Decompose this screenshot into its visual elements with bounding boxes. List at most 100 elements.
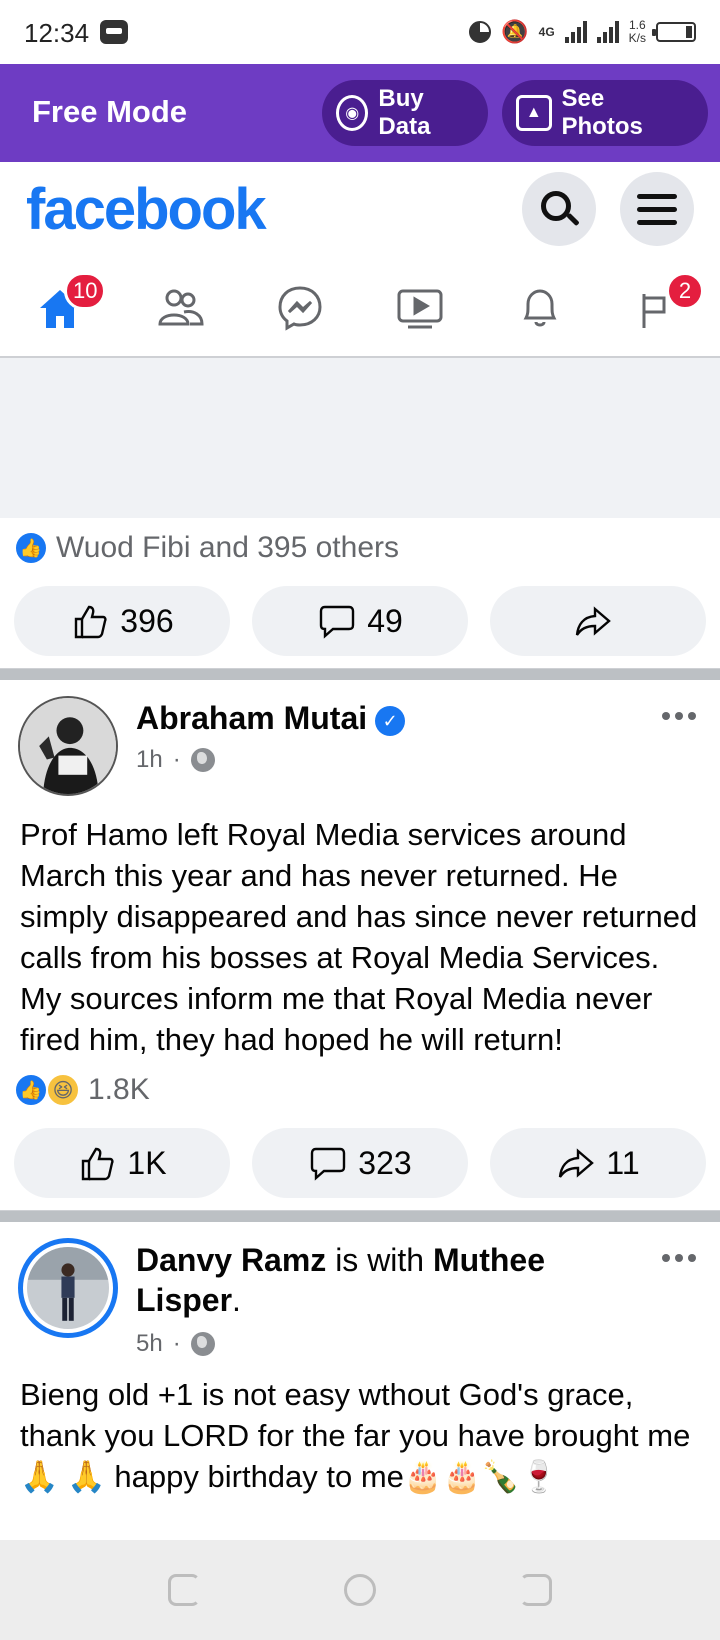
comment-button[interactable]: 49 (252, 586, 468, 656)
reaction-summary[interactable]: 👍 Wuod Fibi and 395 others (14, 526, 706, 570)
recent-apps-icon[interactable] (168, 1574, 200, 1606)
mute-icon: 🔕 (501, 19, 529, 44)
meta-dot: · (172, 746, 181, 773)
public-globe-icon (190, 1332, 215, 1356)
nav-tabs: 10 2 (0, 260, 720, 358)
status-time: 12:34 (24, 18, 90, 48)
share-icon (559, 1148, 595, 1178)
data-saver-icon (469, 21, 492, 43)
post-header: Danvy Ramz is with Muthee Lisper. 5h · (0, 1222, 720, 1370)
post-time[interactable]: 5h (136, 1330, 163, 1358)
see-photos-button[interactable]: ▲ See Photos (502, 80, 708, 146)
post-header: Abraham Mutai ✓ 1h · (0, 680, 720, 810)
meta-dot: · (172, 1330, 181, 1357)
buy-data-label: Buy Data (378, 85, 431, 140)
post-text[interactable]: Prof Hamo left Royal Media services arou… (0, 810, 720, 1060)
more-options-button[interactable] (662, 1254, 696, 1262)
post-meta: 1h · (136, 746, 215, 774)
post-author[interactable]: Abraham Mutai ✓ (136, 698, 406, 738)
post-abraham-mutai: Abraham Mutai ✓ 1h · Prof Hamo left Royal… (0, 680, 720, 1210)
post-time[interactable]: 1h (136, 746, 163, 774)
like-button[interactable]: 1K (14, 1128, 230, 1198)
news-feed[interactable]: 👍 Wuod Fibi and 395 others 396 49 Abraha… (0, 358, 720, 1540)
thumbs-up-icon (82, 1147, 115, 1181)
network-speed: 1.6 K/s (629, 19, 646, 45)
more-options-button[interactable] (662, 712, 696, 720)
free-mode-title: Free Mode (32, 94, 188, 129)
photo-icon: ▲ (516, 95, 552, 131)
share-button[interactable] (490, 586, 706, 656)
battery-icon (652, 22, 696, 42)
post-footer: 👍 😆 1.8K 1K 323 11 (0, 1060, 720, 1210)
facebook-header: facebook (0, 162, 720, 260)
tab-friends[interactable] (120, 260, 240, 356)
see-photos-label: See Photos (561, 85, 643, 140)
share-count: 11 (606, 1144, 640, 1181)
comment-count: 323 (358, 1144, 412, 1181)
period-text: . (232, 1282, 241, 1318)
post-text[interactable]: Bieng old +1 is not easy wthout God's gr… (0, 1370, 720, 1497)
post-separator (0, 668, 720, 680)
like-button[interactable]: 396 (14, 586, 230, 656)
reactions-count: 1.8K (88, 1073, 150, 1106)
menu-button[interactable] (620, 172, 694, 246)
media-placeholder[interactable] (0, 358, 720, 518)
profile-photo (27, 1247, 109, 1329)
free-mode-banner: Free Mode ◉ Buy Data ▲ See Photos (0, 64, 720, 162)
bell-icon (523, 289, 557, 327)
broadcast-icon: ◉ (336, 95, 369, 131)
comment-icon (311, 1147, 346, 1181)
reaction-summary[interactable]: 👍 😆 1.8K (14, 1068, 706, 1112)
thumbs-up-icon (75, 605, 107, 639)
like-count: 1K (127, 1144, 167, 1181)
author-name[interactable]: Danvy Ramz (136, 1242, 326, 1278)
avatar-with-story-ring[interactable] (18, 1238, 118, 1338)
back-icon[interactable] (520, 1574, 552, 1606)
comment-button[interactable]: 323 (252, 1128, 468, 1198)
verified-badge-icon: ✓ (375, 706, 406, 736)
author-name[interactable]: Abraham Mutai (136, 700, 367, 736)
like-reaction-icon: 👍 (14, 1073, 48, 1107)
speed-unit: K/s (628, 31, 646, 45)
share-button[interactable]: 11 (490, 1128, 706, 1198)
watch-icon (397, 289, 443, 329)
home-circle-icon[interactable] (344, 1574, 376, 1606)
home-badge: 10 (64, 272, 107, 310)
game-controller-icon (100, 20, 128, 44)
with-text: is with (326, 1242, 433, 1278)
reactions-text: Wuod Fibi and 395 others (56, 531, 399, 564)
post-meta: 5h · (136, 1330, 215, 1358)
profile-photo-image (27, 1247, 109, 1329)
like-reaction-icon: 👍 (14, 531, 48, 565)
post-separator (0, 1210, 720, 1222)
system-navigation-bar (0, 1540, 720, 1640)
haha-reaction-icon: 😆 (46, 1073, 80, 1107)
comment-icon (320, 605, 355, 639)
tab-watch[interactable] (360, 260, 480, 356)
hamburger-icon (637, 193, 677, 225)
post-author[interactable]: Danvy Ramz is with Muthee Lisper. (136, 1240, 606, 1320)
search-button[interactable] (522, 172, 596, 246)
avatar[interactable] (18, 696, 118, 796)
like-count: 396 (120, 602, 174, 639)
buy-data-button[interactable]: ◉ Buy Data (322, 80, 488, 146)
public-globe-icon (190, 748, 215, 772)
status-icons: 🔕 4G 1.6 K/s (469, 14, 696, 50)
tab-marketplace[interactable]: 2 (600, 260, 720, 356)
profile-photo (20, 698, 116, 794)
tab-home[interactable]: 10 (0, 260, 120, 356)
share-icon (575, 606, 611, 636)
status-bar: 12:34 🔕 4G 1.6 K/s (0, 0, 720, 64)
friends-icon (158, 289, 204, 326)
tab-notifications[interactable] (480, 260, 600, 356)
previous-post-footer: 👍 Wuod Fibi and 395 others 396 49 (0, 518, 720, 668)
post-actions: 1K 323 11 (14, 1128, 706, 1198)
comment-count: 49 (367, 602, 403, 639)
search-icon (541, 191, 571, 221)
speed-value: 1.6 (628, 18, 646, 32)
signal-icon (564, 21, 587, 43)
tab-messenger[interactable] (240, 260, 360, 356)
post-danvy-ramz: Danvy Ramz is with Muthee Lisper. 5h · B… (0, 1222, 720, 1497)
facebook-logo[interactable]: facebook (26, 176, 267, 243)
post-actions: 396 49 (14, 586, 706, 656)
